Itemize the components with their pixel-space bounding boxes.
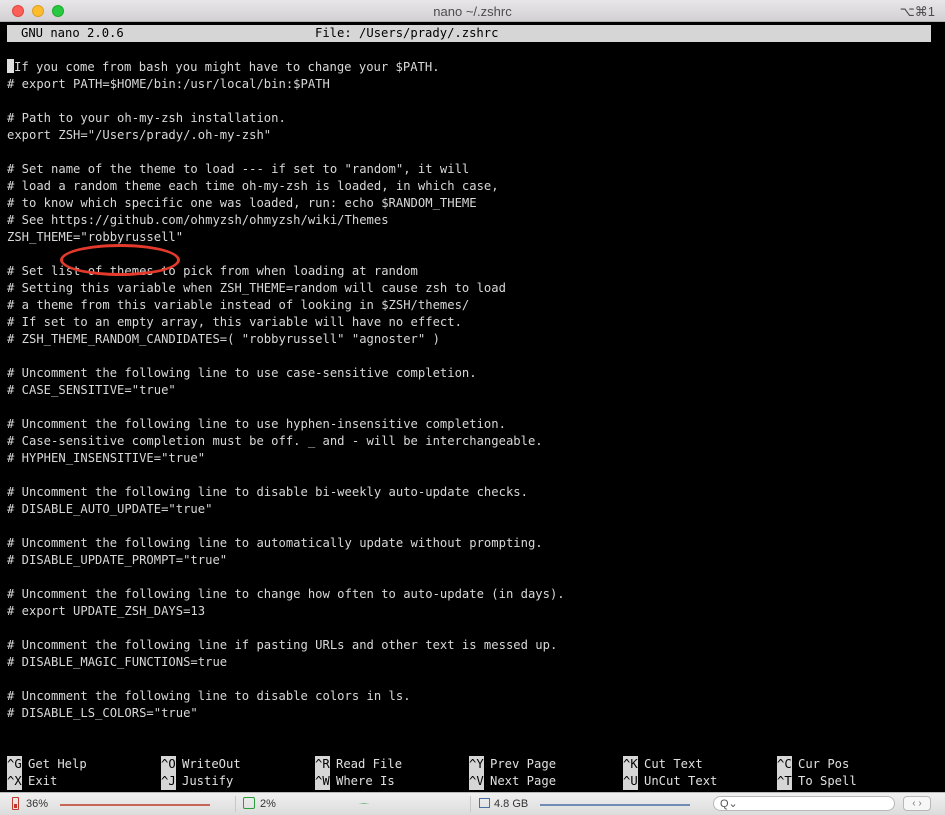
shortcut-key: ^U <box>623 773 638 790</box>
window-title: nano ~/.zshrc <box>433 4 512 19</box>
editor-line: # Uncomment the following line to disabl… <box>7 485 528 499</box>
window-titlebar: nano ~/.zshrc ⌥⌘1 <box>0 0 945 22</box>
editor-line: # If set to an empty array, this variabl… <box>7 315 462 329</box>
annotation-circle <box>60 244 180 276</box>
shortcut-key: ^J <box>161 773 176 790</box>
shortcut-item: ^J Justify <box>161 773 233 790</box>
menubar-status-strip: 36% 2% 4.8 GB Q⌄ ‹ › <box>0 792 945 815</box>
shortcut-label: Read File <box>336 757 403 771</box>
memory-icon <box>479 798 490 808</box>
shortcut-item: ^R Read File <box>315 756 402 773</box>
cpu-percent: 2% <box>260 798 276 810</box>
editor-line: # to know which specific one was loaded,… <box>7 196 477 210</box>
nano-version: GNU nano 2.0.6 <box>21 26 124 40</box>
editor-line: # ZSH_THEME_RANDOM_CANDIDATES=( "robbyru… <box>7 332 440 346</box>
shortcut-item: ^U UnCut Text <box>623 773 717 790</box>
shortcut-label: To Spell <box>798 774 857 788</box>
shortcut-item: ^X Exit <box>7 773 57 790</box>
battery-graph <box>60 804 210 806</box>
memory-graph <box>540 804 690 806</box>
editor-line: export ZSH="/Users/prady/.oh-my-zsh" <box>7 128 272 142</box>
shortcut-item: ^W Where Is <box>315 773 395 790</box>
editor-line: # Uncomment the following line if pastin… <box>7 638 558 652</box>
editor-line: # DISABLE_UPDATE_PROMPT="true" <box>7 553 228 567</box>
editor-line: # Uncomment the following line to automa… <box>7 536 543 550</box>
shortcut-item: ^T To Spell <box>777 773 857 790</box>
editor-line: # DISABLE_AUTO_UPDATE="true" <box>7 502 213 516</box>
nano-header: GNU nano 2.0.6 File: /Users/prady/.zshrc <box>7 25 931 42</box>
editor-line: # DISABLE_MAGIC_FUNCTIONS=true <box>7 655 228 669</box>
shortcut-key: ^W <box>315 773 330 790</box>
shortcut-item: ^K Cut Text <box>623 756 703 773</box>
shortcut-label: Cut Text <box>644 757 703 771</box>
terminal-view[interactable]: GNU nano 2.0.6 File: /Users/prady/.zshrc… <box>0 22 945 792</box>
editor-line: # Case-sensitive completion must be off.… <box>7 434 543 448</box>
editor-text-area[interactable]: If you come from bash you might have to … <box>7 59 931 722</box>
editor-line: # Uncomment the following line to use ca… <box>7 366 477 380</box>
cpu-icon <box>243 797 255 809</box>
editor-line: # HYPHEN_INSENSITIVE="true" <box>7 451 206 465</box>
editor-line: # Uncomment the following line to use hy… <box>7 417 506 431</box>
shortcut-key: ^X <box>7 773 22 790</box>
shortcut-key: ^K <box>623 756 638 773</box>
memory-usage: 4.8 GB <box>494 798 529 810</box>
editor-line: # export PATH=$HOME/bin:/usr/local/bin:$… <box>7 77 330 91</box>
shortcut-key: ^C <box>777 756 792 773</box>
shortcut-label: Exit <box>28 774 58 788</box>
shortcut-item: ^G Get Help <box>7 756 87 773</box>
editor-line: # See https://github.com/ohmyzsh/ohmyzsh… <box>7 213 389 227</box>
shortcut-label: WriteOut <box>182 757 241 771</box>
shortcut-key: ^Y <box>469 756 484 773</box>
editor-line: # Path to your oh-my-zsh installation. <box>7 111 286 125</box>
editor-line: # CASE_SENSITIVE="true" <box>7 383 176 397</box>
shortcut-key: ^V <box>469 773 484 790</box>
editor-line: # DISABLE_LS_COLORS="true" <box>7 706 198 720</box>
battery-icon <box>12 797 19 810</box>
editor-line: # export UPDATE_ZSH_DAYS=13 <box>7 604 206 618</box>
shortcut-label: Prev Page <box>490 757 557 771</box>
shortcut-key: ^G <box>7 756 22 773</box>
nano-filename: File: /Users/prady/.zshrc <box>315 26 499 40</box>
editor-line: # Setting this variable when ZSH_THEME=r… <box>7 281 506 295</box>
shortcut-label: Cur Pos <box>798 757 850 771</box>
shortcut-label: Next Page <box>490 774 557 788</box>
editor-line: ZSH_THEME="robbyrussell" <box>7 230 184 244</box>
divider <box>470 796 471 812</box>
editor-line: # a theme from this variable instead of … <box>7 298 470 312</box>
shortcut-label: Justify <box>182 774 234 788</box>
battery-percent: 36% <box>26 798 49 810</box>
editor-line: # Set name of the theme to load --- if s… <box>7 162 470 176</box>
editor-line: # Uncomment the following line to change… <box>7 587 565 601</box>
shortcut-item: ^C Cur Pos <box>777 756 849 773</box>
cpu-graph <box>357 803 371 804</box>
shortcut-label: UnCut Text <box>644 774 718 788</box>
search-icon: Q⌄ <box>720 798 738 810</box>
shortcut-key: ^R <box>315 756 330 773</box>
shortcut-key: ^O <box>161 756 176 773</box>
shortcut-key: ^T <box>777 773 792 790</box>
shortcut-item: ^O WriteOut <box>161 756 241 773</box>
divider <box>235 796 236 812</box>
shortcut-label: Where Is <box>336 774 395 788</box>
shortcut-item: ^Y Prev Page <box>469 756 556 773</box>
shortcut-label: Get Help <box>28 757 87 771</box>
search-input[interactable]: Q⌄ <box>713 796 895 811</box>
editor-line: # Uncomment the following line to disabl… <box>7 689 411 703</box>
shortcut-item: ^V Next Page <box>469 773 556 790</box>
editor-line: # load a random theme each time oh-my-zs… <box>7 179 499 193</box>
window-shortcut: ⌥⌘1 <box>899 4 935 19</box>
nav-arrows-button[interactable]: ‹ › <box>903 796 931 811</box>
editor-line: If you come from bash you might have to … <box>7 59 931 76</box>
text-cursor <box>7 59 14 73</box>
